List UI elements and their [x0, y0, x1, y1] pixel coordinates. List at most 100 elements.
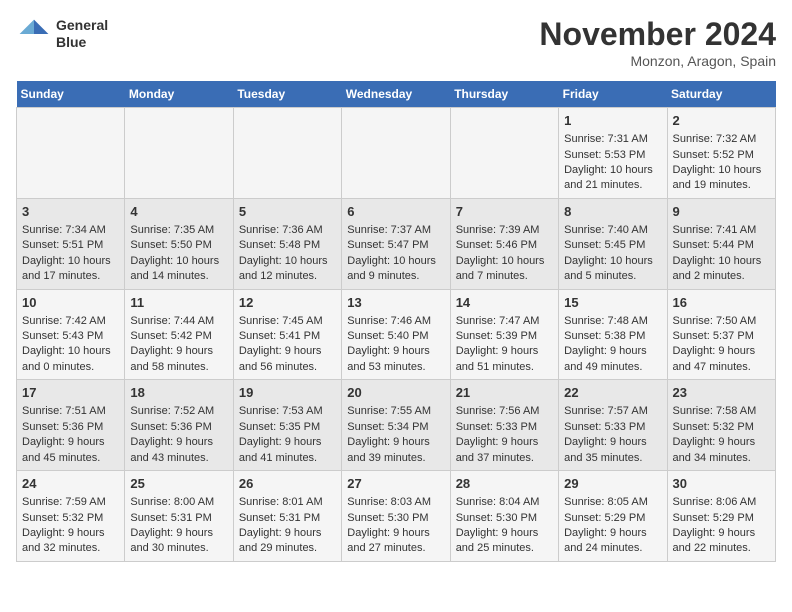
weekday-header-sunday: Sunday [17, 81, 125, 108]
day-number: 9 [673, 203, 770, 221]
day-number: 14 [456, 294, 553, 312]
day-number: 4 [130, 203, 227, 221]
calendar-header: SundayMondayTuesdayWednesdayThursdayFrid… [17, 81, 776, 108]
cell-text: Sunset: 5:42 PM [130, 329, 227, 344]
calendar-cell: 7Sunrise: 7:39 AMSunset: 5:46 PMDaylight… [450, 198, 558, 289]
cell-text: Daylight: 9 hours [564, 435, 661, 450]
header-row: SundayMondayTuesdayWednesdayThursdayFrid… [17, 81, 776, 108]
day-number: 2 [673, 112, 770, 130]
calendar-cell [17, 108, 125, 199]
calendar-cell: 22Sunrise: 7:57 AMSunset: 5:33 PMDayligh… [559, 380, 667, 471]
cell-text: Sunrise: 7:42 AM [22, 314, 119, 329]
month-title: November 2024 [539, 16, 776, 53]
calendar-table: SundayMondayTuesdayWednesdayThursdayFrid… [16, 81, 776, 562]
cell-text: Sunrise: 8:01 AM [239, 495, 336, 510]
calendar-cell [342, 108, 450, 199]
cell-text: and 35 minutes. [564, 451, 661, 466]
cell-text: Sunset: 5:30 PM [347, 511, 444, 526]
calendar-cell: 16Sunrise: 7:50 AMSunset: 5:37 PMDayligh… [667, 289, 775, 380]
cell-text: Sunset: 5:39 PM [456, 329, 553, 344]
cell-text: and 5 minutes. [564, 269, 661, 284]
day-number: 15 [564, 294, 661, 312]
day-number: 1 [564, 112, 661, 130]
calendar-cell: 18Sunrise: 7:52 AMSunset: 5:36 PMDayligh… [125, 380, 233, 471]
logo-line1: General [56, 17, 108, 34]
cell-text: Daylight: 10 hours [130, 254, 227, 269]
cell-text: Sunrise: 7:40 AM [564, 223, 661, 238]
cell-text: and 30 minutes. [130, 541, 227, 556]
day-number: 22 [564, 384, 661, 402]
calendar-cell: 13Sunrise: 7:46 AMSunset: 5:40 PMDayligh… [342, 289, 450, 380]
calendar-body: 1Sunrise: 7:31 AMSunset: 5:53 PMDaylight… [17, 108, 776, 562]
calendar-cell: 25Sunrise: 8:00 AMSunset: 5:31 PMDayligh… [125, 471, 233, 562]
weekday-header-thursday: Thursday [450, 81, 558, 108]
cell-text: Sunrise: 8:04 AM [456, 495, 553, 510]
cell-text: Sunrise: 7:44 AM [130, 314, 227, 329]
cell-text: Daylight: 9 hours [456, 344, 553, 359]
day-number: 13 [347, 294, 444, 312]
cell-text: Daylight: 10 hours [22, 344, 119, 359]
day-number: 11 [130, 294, 227, 312]
logo: General Blue [16, 16, 108, 52]
calendar-cell: 1Sunrise: 7:31 AMSunset: 5:53 PMDaylight… [559, 108, 667, 199]
page-header: General Blue November 2024 Monzon, Arago… [16, 16, 776, 69]
calendar-cell: 15Sunrise: 7:48 AMSunset: 5:38 PMDayligh… [559, 289, 667, 380]
cell-text: and 49 minutes. [564, 360, 661, 375]
cell-text: Sunrise: 8:03 AM [347, 495, 444, 510]
cell-text: Daylight: 9 hours [564, 344, 661, 359]
cell-text: Sunset: 5:36 PM [130, 420, 227, 435]
day-number: 30 [673, 475, 770, 493]
cell-text: Sunrise: 7:37 AM [347, 223, 444, 238]
cell-text: and 12 minutes. [239, 269, 336, 284]
cell-text: Sunrise: 8:05 AM [564, 495, 661, 510]
calendar-cell: 11Sunrise: 7:44 AMSunset: 5:42 PMDayligh… [125, 289, 233, 380]
cell-text: Sunset: 5:34 PM [347, 420, 444, 435]
cell-text: Sunrise: 7:32 AM [673, 132, 770, 147]
cell-text: Sunrise: 7:58 AM [673, 404, 770, 419]
cell-text: Sunset: 5:43 PM [22, 329, 119, 344]
calendar-cell: 23Sunrise: 7:58 AMSunset: 5:32 PMDayligh… [667, 380, 775, 471]
cell-text: Sunset: 5:48 PM [239, 238, 336, 253]
cell-text: and 29 minutes. [239, 541, 336, 556]
cell-text: and 32 minutes. [22, 541, 119, 556]
weekday-header-monday: Monday [125, 81, 233, 108]
day-number: 17 [22, 384, 119, 402]
cell-text: and 7 minutes. [456, 269, 553, 284]
cell-text: Sunrise: 7:36 AM [239, 223, 336, 238]
cell-text: Sunrise: 7:48 AM [564, 314, 661, 329]
cell-text: Daylight: 9 hours [456, 435, 553, 450]
cell-text: Daylight: 9 hours [347, 526, 444, 541]
logo-icon [16, 16, 52, 52]
cell-text: Daylight: 9 hours [130, 435, 227, 450]
cell-text: Sunrise: 7:35 AM [130, 223, 227, 238]
cell-text: Daylight: 10 hours [347, 254, 444, 269]
cell-text: Sunset: 5:40 PM [347, 329, 444, 344]
cell-text: Sunset: 5:41 PM [239, 329, 336, 344]
calendar-cell [450, 108, 558, 199]
cell-text: Daylight: 10 hours [673, 163, 770, 178]
day-number: 8 [564, 203, 661, 221]
cell-text: and 22 minutes. [673, 541, 770, 556]
calendar-cell: 28Sunrise: 8:04 AMSunset: 5:30 PMDayligh… [450, 471, 558, 562]
calendar-cell: 24Sunrise: 7:59 AMSunset: 5:32 PMDayligh… [17, 471, 125, 562]
cell-text: and 51 minutes. [456, 360, 553, 375]
cell-text: Daylight: 9 hours [22, 526, 119, 541]
cell-text: and 19 minutes. [673, 178, 770, 193]
cell-text: Daylight: 10 hours [564, 163, 661, 178]
day-number: 28 [456, 475, 553, 493]
cell-text: Daylight: 9 hours [239, 526, 336, 541]
cell-text: and 17 minutes. [22, 269, 119, 284]
cell-text: and 34 minutes. [673, 451, 770, 466]
cell-text: Daylight: 9 hours [673, 526, 770, 541]
logo-text: General Blue [56, 17, 108, 51]
calendar-cell: 5Sunrise: 7:36 AMSunset: 5:48 PMDaylight… [233, 198, 341, 289]
cell-text: and 39 minutes. [347, 451, 444, 466]
cell-text: and 43 minutes. [130, 451, 227, 466]
weekday-header-saturday: Saturday [667, 81, 775, 108]
day-number: 20 [347, 384, 444, 402]
calendar-cell: 30Sunrise: 8:06 AMSunset: 5:29 PMDayligh… [667, 471, 775, 562]
calendar-cell: 4Sunrise: 7:35 AMSunset: 5:50 PMDaylight… [125, 198, 233, 289]
cell-text: Sunset: 5:52 PM [673, 148, 770, 163]
cell-text: Sunrise: 7:50 AM [673, 314, 770, 329]
cell-text: and 24 minutes. [564, 541, 661, 556]
